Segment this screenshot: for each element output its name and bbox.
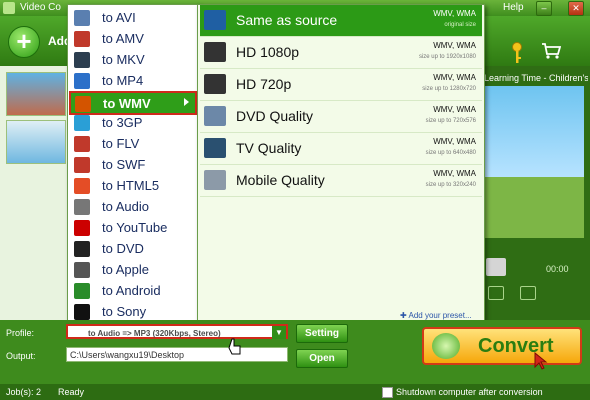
3gp-icon: [74, 115, 90, 131]
film-icon: [204, 10, 226, 30]
mobile-icon: [204, 170, 226, 190]
quality-item-dvd[interactable]: DVD Quality WMV, WMA size up to 720x576: [200, 101, 482, 133]
file-thumbnail[interactable]: [6, 120, 66, 164]
stop-button[interactable]: [486, 258, 506, 276]
menu-item-mkv[interactable]: to MKV: [70, 49, 196, 70]
format-menu: to AVI to AMV to MKV to MP4 to WMV to 3G…: [67, 4, 199, 324]
shutdown-checkbox[interactable]: [382, 387, 393, 398]
dvd-quality-icon: [204, 106, 226, 126]
menu-item-dvd[interactable]: to DVD: [70, 238, 196, 259]
app-icon: [3, 2, 15, 14]
amv-icon: [74, 31, 90, 47]
quality-item-tv[interactable]: TV Quality WMV, WMA size up to 640x480: [200, 133, 482, 165]
wmv-icon: [75, 96, 91, 112]
menu-item-android[interactable]: to Android: [70, 280, 196, 301]
status-bar: Job(s): 2 Ready Shutdown computer after …: [0, 384, 590, 400]
profile-label: Profile:: [6, 328, 35, 338]
open-button[interactable]: Open: [296, 349, 348, 368]
sony-icon: [74, 304, 90, 320]
menu-item-swf[interactable]: to SWF: [70, 154, 196, 175]
add-preset-link[interactable]: ✚ Add your preset...: [400, 311, 472, 320]
folder-icon[interactable]: [520, 286, 536, 300]
apple-icon: [74, 262, 90, 278]
file-list[interactable]: [0, 66, 68, 320]
menu-item-flv[interactable]: to FLV: [70, 133, 196, 154]
job-count: Job(s): 2: [6, 387, 42, 397]
dvd-icon: [74, 241, 90, 257]
key-icon[interactable]: [510, 42, 524, 64]
menu-item-3gp[interactable]: to 3GP: [70, 112, 196, 133]
mkv-icon: [74, 52, 90, 68]
android-icon: [74, 283, 90, 299]
quality-item-hd-720p[interactable]: HD 720p WMV, WMA size up to 1280x720: [200, 69, 482, 101]
tv-icon: [204, 138, 226, 158]
hd1080-icon: [204, 42, 226, 62]
arrow-cursor-icon: [534, 352, 548, 370]
hand-cursor-icon: [228, 338, 241, 355]
playback-time: 00:00: [546, 264, 569, 274]
menu-item-mp4[interactable]: to MP4: [70, 70, 196, 91]
close-button[interactable]: ✕: [568, 1, 584, 16]
html5-icon: [74, 178, 90, 194]
swf-icon: [74, 157, 90, 173]
status-text: Ready: [58, 387, 85, 397]
avi-icon: [74, 10, 90, 26]
shutdown-label: Shutdown computer after conversion: [396, 387, 543, 397]
chevron-down-icon[interactable]: ▼: [272, 326, 286, 339]
add-file-button[interactable]: +: [8, 26, 40, 58]
quality-item-hd-1080p[interactable]: HD 1080p WMV, WMA size up to 1920x1080: [200, 37, 482, 69]
output-path-field[interactable]: C:\Users\wangxu19\Desktop: [66, 347, 288, 362]
setting-button[interactable]: Setting: [296, 324, 348, 343]
minimize-button[interactable]: –: [536, 1, 552, 16]
menu-item-avi[interactable]: to AVI: [70, 7, 196, 28]
profile-dropdown[interactable]: to Audio => MP3 (320Kbps, Stereo): [66, 324, 288, 339]
youtube-icon: [74, 220, 90, 236]
submenu-arrow-icon: [184, 98, 189, 106]
snapshot-icon[interactable]: [488, 286, 504, 300]
file-thumbnail[interactable]: [6, 72, 66, 116]
menu-item-audio[interactable]: to Audio: [70, 196, 196, 217]
menu-item-sony[interactable]: to Sony: [70, 301, 196, 322]
flv-icon: [74, 136, 90, 152]
audio-icon: [74, 199, 90, 215]
quality-item-same-as-source[interactable]: Same as source WMV, WMA original size: [200, 5, 482, 37]
refresh-icon: [432, 333, 460, 359]
help-menu[interactable]: Help: [503, 2, 524, 13]
convert-button[interactable]: Convert: [422, 327, 582, 365]
hd720-icon: [204, 74, 226, 94]
preview-video: [484, 86, 584, 238]
cart-icon[interactable]: [541, 42, 561, 60]
quality-item-mobile[interactable]: Mobile Quality WMV, WMA size up to 320x2…: [200, 165, 482, 197]
preview-title: Learning Time - Children's Son...: [484, 73, 588, 83]
window-title: Video Co: [20, 2, 61, 13]
menu-item-amv[interactable]: to AMV: [70, 28, 196, 49]
menu-item-html5[interactable]: to HTML5: [70, 175, 196, 196]
menu-item-apple[interactable]: to Apple: [70, 259, 196, 280]
menu-item-youtube[interactable]: to YouTube: [70, 217, 196, 238]
mp4-icon: [74, 73, 90, 89]
quality-submenu: Same as source WMV, WMA original size HD…: [197, 4, 485, 324]
output-label: Output:: [6, 351, 36, 361]
